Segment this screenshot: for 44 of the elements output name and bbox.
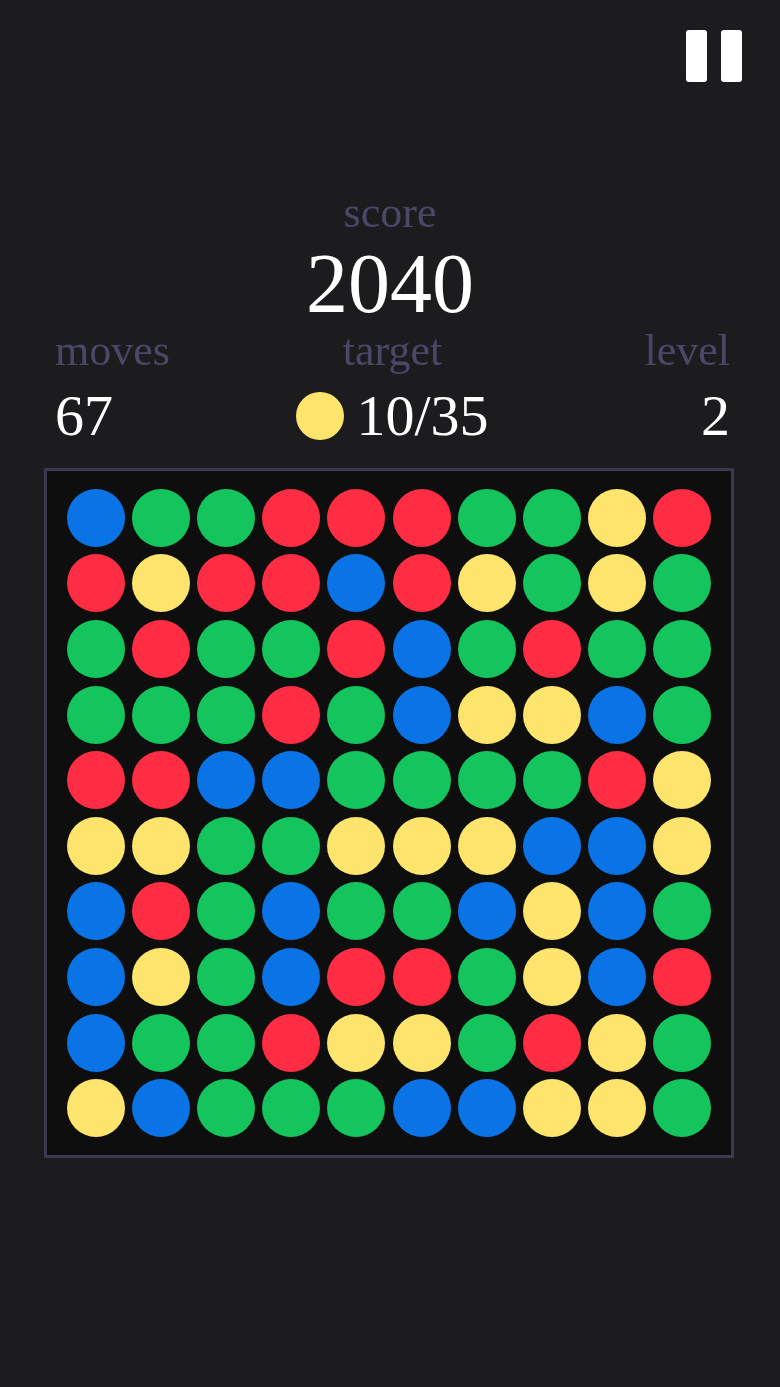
- dot[interactable]: [523, 1013, 581, 1072]
- dot[interactable]: [523, 1079, 581, 1138]
- dot[interactable]: [523, 882, 581, 941]
- dot[interactable]: [197, 620, 255, 678]
- stat-label: level: [644, 328, 730, 374]
- score-label: score: [343, 190, 437, 236]
- dot[interactable]: [197, 948, 255, 1006]
- dot[interactable]: [197, 685, 255, 744]
- dot[interactable]: [197, 1013, 255, 1072]
- stat-value: 10/35: [356, 386, 489, 446]
- stat-label: moves: [55, 328, 170, 374]
- dot[interactable]: [131, 948, 190, 1006]
- dot[interactable]: [66, 620, 125, 678]
- dot[interactable]: [588, 948, 647, 1006]
- dot[interactable]: [523, 554, 581, 613]
- dot[interactable]: [197, 816, 255, 875]
- dot[interactable]: [197, 1079, 255, 1138]
- dot[interactable]: [523, 751, 581, 810]
- dot[interactable]: [523, 620, 581, 678]
- dot[interactable]: [131, 620, 190, 678]
- dot[interactable]: [523, 685, 581, 744]
- dot[interactable]: [197, 882, 255, 941]
- dot[interactable]: [457, 948, 516, 1006]
- dot[interactable]: [457, 620, 516, 678]
- dot[interactable]: [262, 620, 321, 678]
- dot[interactable]: [392, 620, 451, 678]
- dot[interactable]: [653, 620, 712, 678]
- dot[interactable]: [197, 554, 255, 613]
- dot[interactable]: [523, 816, 581, 875]
- dot[interactable]: [327, 948, 386, 1006]
- dot[interactable]: [262, 948, 321, 1006]
- dot[interactable]: [392, 948, 451, 1006]
- stat-label: target: [342, 328, 443, 374]
- dot[interactable]: [653, 948, 712, 1006]
- dot[interactable]: [66, 948, 125, 1006]
- stat-value: 67: [55, 386, 113, 446]
- dot[interactable]: [197, 751, 255, 810]
- dot[interactable]: [523, 488, 581, 547]
- score-value: 2040: [306, 240, 474, 328]
- dot[interactable]: [523, 948, 581, 1006]
- stat-value: 2: [701, 386, 730, 446]
- dot[interactable]: [588, 620, 647, 678]
- dot[interactable]: [327, 620, 386, 678]
- dot[interactable]: [197, 488, 255, 547]
